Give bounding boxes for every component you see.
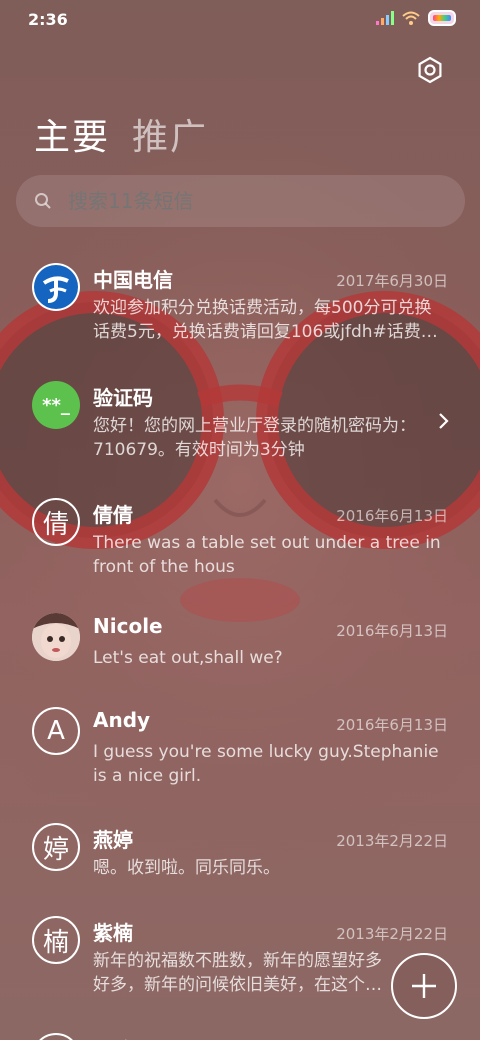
avatar-text: **_	[42, 394, 70, 416]
conversation-item[interactable]: 倩 倩倩 2016年6月13日 There was a table set ou…	[0, 485, 480, 595]
tab-main[interactable]: 主要	[34, 108, 110, 160]
gear-icon[interactable]	[416, 56, 444, 84]
contact-name: 子玲	[93, 1034, 133, 1040]
chevron-right-icon[interactable]	[438, 412, 450, 430]
message-preview: I guess you're some lucky guy.Stephanie …	[93, 742, 439, 786]
plus-icon	[412, 974, 436, 998]
new-message-button[interactable]	[391, 953, 457, 1019]
conversation-item[interactable]: A Andy 2016年6月13日 I guess you're some lu…	[0, 694, 480, 804]
battery-icon	[428, 10, 456, 26]
avatar-letter: 倩	[32, 498, 80, 546]
china-telecom-logo-icon	[32, 263, 80, 311]
message-date: 2016年6月13日	[336, 622, 448, 640]
message-date: 2016年6月13日	[336, 507, 448, 525]
message-preview: 欢迎参加积分兑换话费活动，每500分可兑换话费5元，兑换话费请回复106或jfd…	[93, 298, 438, 342]
message-preview: Let's eat out,shall we?	[93, 648, 283, 668]
contact-name: Nicole	[93, 614, 163, 638]
message-date: 2017年6月30日	[336, 272, 448, 290]
conversation-item[interactable]: 子玲	[0, 1020, 480, 1040]
status-icons	[376, 10, 456, 26]
search-input[interactable]	[66, 188, 450, 214]
photo-avatar-icon	[32, 613, 80, 661]
message-preview: 嗯。收到啦。同乐同乐。	[93, 858, 280, 878]
tab-promotions[interactable]: 推广	[132, 108, 208, 160]
contact-name: 燕婷	[93, 828, 133, 852]
contact-name: 中国电信	[93, 268, 173, 292]
message-date: 2016年6月13日	[336, 716, 448, 734]
status-time: 2:36	[28, 10, 68, 29]
avatar-letter: 楠	[32, 916, 80, 964]
contact-name: 倩倩	[93, 503, 133, 527]
header-tabs: 主要 推广	[34, 108, 208, 160]
message-preview: 新年的祝福数不胜数，新年的愿望好多好多，新年的问候依旧美好，在这个温馨的时刻	[93, 951, 382, 995]
verification-code-icon: **_	[32, 381, 80, 429]
avatar-letter: 婷	[32, 823, 80, 871]
message-date: 2013年2月22日	[336, 832, 448, 850]
contact-name: 验证码	[93, 386, 153, 410]
avatar-letter: A	[32, 707, 80, 755]
search-icon	[35, 193, 51, 209]
contact-name: 紫楠	[93, 921, 133, 945]
message-date: 2013年2月22日	[336, 925, 448, 943]
message-preview: There was a table set out under a tree i…	[93, 533, 441, 577]
message-preview: 您好！您的网上营业厅登录的随机密码为：710679。有效时间为3分钟	[93, 416, 416, 460]
avatar-letter	[32, 1033, 80, 1040]
wifi-icon	[402, 11, 420, 25]
conversation-item[interactable]: **_ 验证码 您好！您的网上营业厅登录的随机密码为：710679。有效时间为3…	[0, 368, 480, 478]
signal-icon	[376, 11, 394, 25]
status-bar: 2:36	[0, 0, 480, 40]
contact-name: Andy	[93, 708, 151, 732]
conversation-item[interactable]: 中国电信 2017年6月30日 欢迎参加积分兑换话费活动，每500分可兑换话费5…	[0, 250, 480, 360]
search-bar[interactable]	[16, 175, 465, 227]
